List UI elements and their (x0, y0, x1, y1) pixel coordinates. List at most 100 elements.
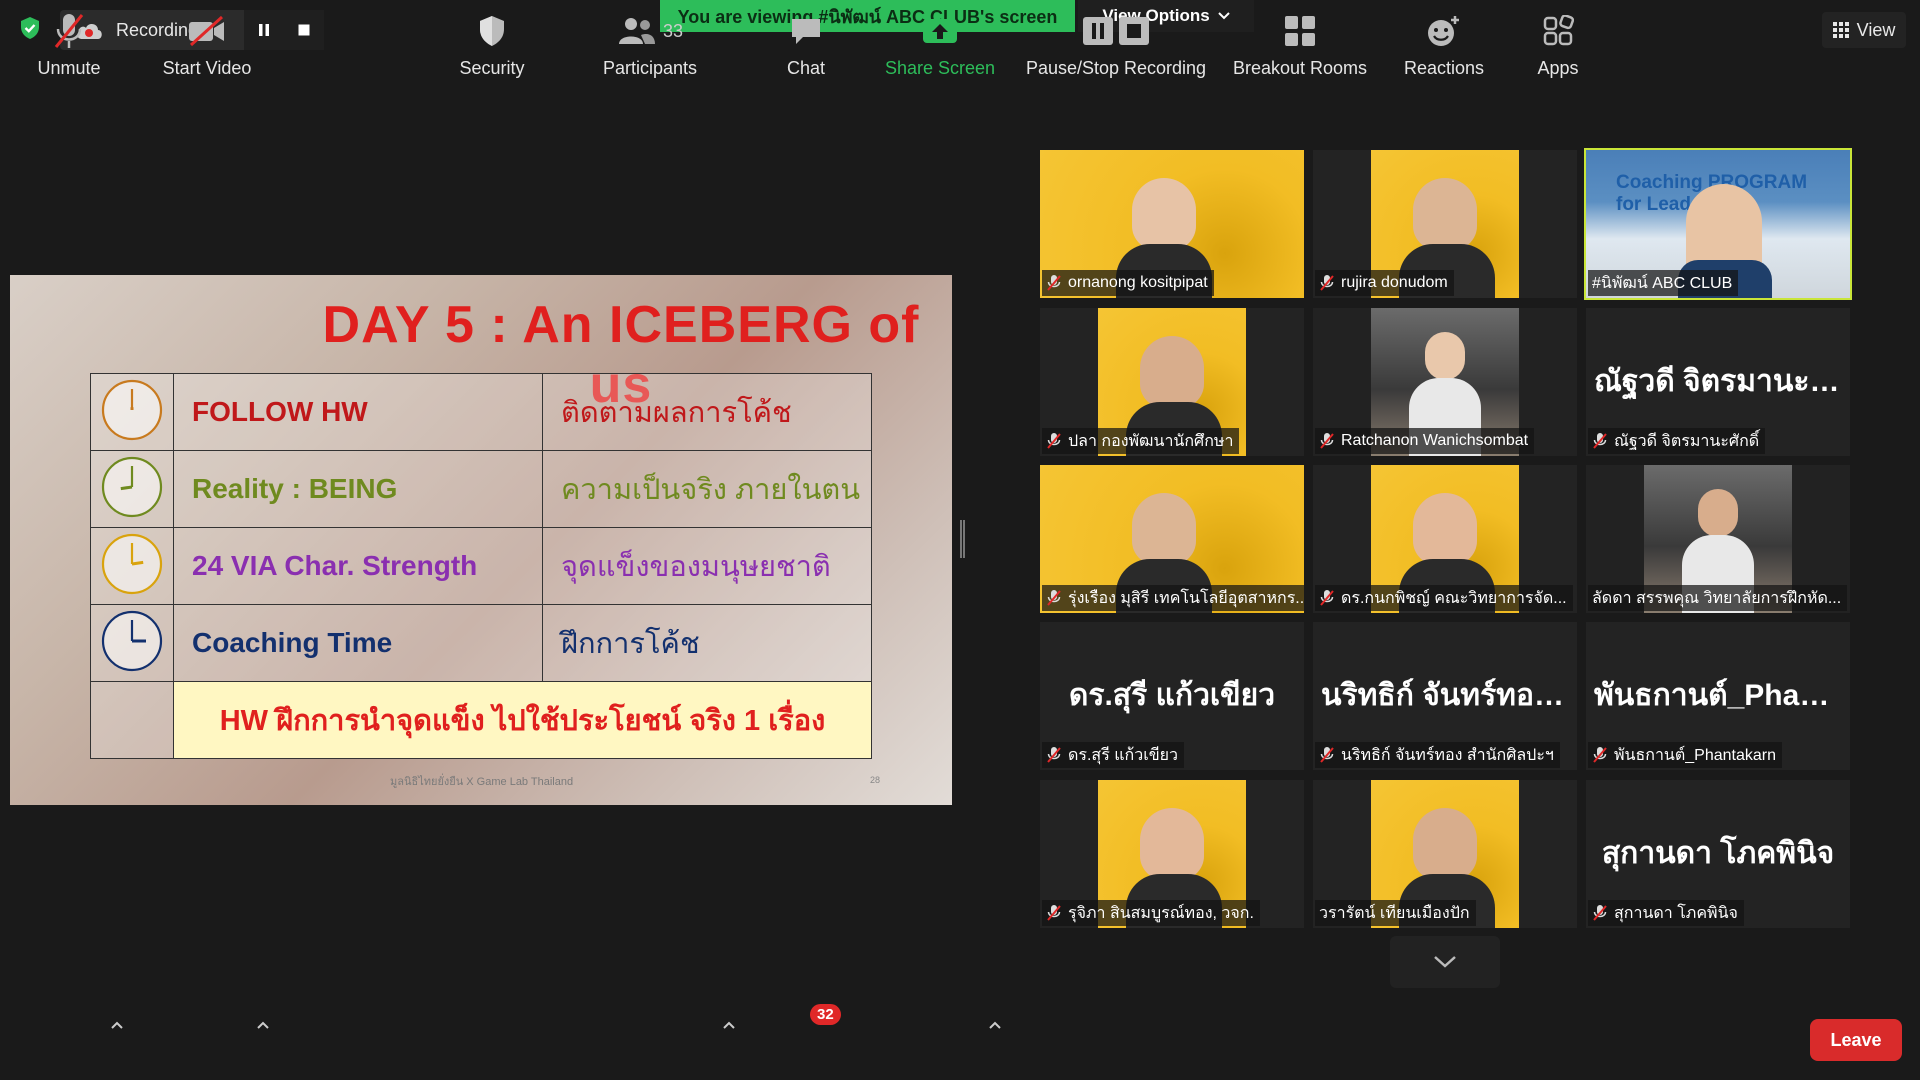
gallery-next-page-button[interactable] (1390, 936, 1500, 988)
agenda-english: Coaching Time (173, 604, 543, 682)
breakout-rooms-button[interactable]: Breakout Rooms (1228, 8, 1372, 88)
participant-tile[interactable]: รุ่งเรือง มุสิรี เทคโนโลยีอุตสาหกร... (1040, 465, 1304, 613)
participant-name-large: ดร.สุรี แก้วเขียว (1068, 679, 1276, 712)
participant-tile[interactable]: Ratchanon Wanichsombat (1313, 308, 1577, 456)
mic-muted-icon (1320, 590, 1334, 606)
participant-name-tag: rujira donudom (1315, 270, 1454, 296)
share-screen-label: Share Screen (884, 58, 996, 78)
stop-recording-button[interactable] (284, 10, 324, 50)
pause-stop-label: Pause/Stop Recording (1025, 58, 1207, 78)
slide-page-number: 28 (870, 775, 881, 785)
participant-name: rujira donudom (1341, 274, 1448, 291)
caret-up-icon[interactable] (256, 1020, 270, 1030)
caret-up-icon[interactable] (722, 1020, 736, 1030)
participant-tile[interactable]: รุจิภา สินสมบูรณ์ทอง, วจก. (1040, 780, 1304, 928)
participant-name: ornanong kositpipat (1068, 274, 1208, 291)
mic-muted-icon (1320, 747, 1334, 763)
participant-name-tag: ดร.กนกพิชญ์ คณะวิทยาการจัด... (1315, 585, 1573, 611)
breakout-grid-icon (1285, 16, 1315, 46)
agenda-english: FOLLOW HW (173, 373, 543, 451)
participant-name-large: สุกานดา โภคพินิจ (1601, 837, 1835, 870)
participant-name: ดร.สุรี แก้วเขียว (1068, 746, 1178, 764)
meeting-toolbar (0, 990, 1920, 1080)
apps-button[interactable]: Apps (1518, 8, 1598, 88)
mic-muted-icon (1047, 275, 1061, 291)
participant-tile[interactable]: ลัดดา สรรพคุณ วิทยาลัยการฝึกหัด... (1586, 465, 1850, 613)
caret-up-icon[interactable] (988, 1020, 1002, 1030)
share-up-icon (923, 19, 957, 43)
participant-name-tag: รุ่งเรือง มุสิรี เทคโนโลยีอุตสาหกร... (1042, 585, 1304, 611)
participant-name-tag: รุจิภา สินสมบูรณ์ทอง, วจก. (1042, 900, 1260, 926)
mic-muted-icon (1320, 275, 1334, 291)
security-button[interactable]: Security (442, 8, 542, 88)
participant-name: ปลา กองพัฒนานักศึกษา (1068, 432, 1234, 450)
participant-name-tag: ornanong kositpipat (1042, 270, 1214, 296)
participant-name-tag: Ratchanon Wanichsombat (1315, 428, 1535, 454)
agenda-english: Reality : BEING (173, 450, 543, 528)
agenda-thai: ความเป็นจริง ภายในตน (542, 450, 872, 528)
chat-unread-badge: 32 (810, 1004, 841, 1025)
participant-name: วรารัตน์ เทียนเมืองปัก (1319, 904, 1470, 922)
unmute-label: Unmute (37, 58, 101, 78)
participant-tile[interactable]: สุกานดา โภคพินิจ สุกานดา โภคพินิจ (1586, 780, 1850, 928)
agenda-icon-cell (90, 527, 174, 605)
participant-tile[interactable]: ณัฐวดี จิตรมานะศั... ณัฐวดี จิตรมานะศักดิ… (1586, 308, 1850, 456)
participant-name: Ratchanon Wanichsombat (1341, 432, 1529, 449)
apps-icon (1543, 15, 1574, 46)
mic-muted-icon (1593, 747, 1607, 763)
clock-icon (101, 533, 163, 594)
agenda-empty-cell (90, 681, 174, 759)
mic-muted-icon (1047, 590, 1061, 606)
participants-count: 33 (662, 20, 684, 41)
participant-tile[interactable]: ปลา กองพัฒนานักศึกษา (1040, 308, 1304, 456)
mic-muted-icon (1047, 747, 1061, 763)
agenda-icon-cell (90, 373, 174, 451)
reactions-button[interactable]: Reactions (1394, 8, 1494, 88)
participant-tile[interactable]: ornanong kositpipat (1040, 150, 1304, 298)
participant-name: รุ่งเรือง มุสิรี เทคโนโลยีอุตสาหกร... (1068, 589, 1304, 607)
participant-name: สุกานดา โภคพินิจ (1614, 904, 1738, 922)
agenda-thai: จุดแข็งของมนุษยชาติ (542, 527, 872, 605)
grid-icon (1832, 22, 1849, 38)
clock-icon (101, 379, 163, 440)
agenda-icon-cell (90, 604, 174, 682)
breakout-rooms-label: Breakout Rooms (1232, 58, 1368, 78)
shield-icon (480, 16, 504, 46)
agenda-row: 24 VIA Char. Strength จุดแข็งของมนุษยชาติ (90, 527, 872, 605)
caret-up-icon[interactable] (110, 1020, 124, 1030)
agenda-row: FOLLOW HW ติดตามผลการโค้ช (90, 373, 872, 451)
participant-tile[interactable]: วรารัตน์ เทียนเมืองปัก (1313, 780, 1577, 928)
pause-stop-icon (1083, 17, 1149, 45)
view-button[interactable]: View (1822, 12, 1906, 48)
participant-tile[interactable]: นริทธิก์ จันทร์ทอง... นริทธิก์ จันทร์ทอง … (1313, 622, 1577, 770)
smiley-plus-icon (1428, 16, 1459, 46)
chat-icon (792, 19, 820, 44)
participants-label: Participants (602, 58, 698, 78)
people-icon (618, 18, 655, 44)
clock-icon (101, 456, 163, 517)
start-video-button[interactable]: Start Video (152, 8, 262, 88)
pause-stop-recording-button[interactable]: Pause/Stop Recording (1024, 8, 1208, 88)
participant-tile[interactable]: ดร.สุรี แก้วเขียว ดร.สุรี แก้วเขียว (1040, 622, 1304, 770)
chat-button[interactable]: Chat (766, 8, 846, 88)
participant-name-tag: พันธกานต์_Phantakarn (1588, 742, 1782, 768)
reactions-label: Reactions (1403, 58, 1485, 78)
agenda-thai: ฝึกการโค้ช (542, 604, 872, 682)
participant-tile[interactable]: rujira donudom (1313, 150, 1577, 298)
participants-button[interactable]: 33 Participants (590, 8, 710, 88)
share-screen-button[interactable]: Share Screen (880, 8, 1000, 88)
participant-tile[interactable]: Coaching PROGRAM for Leader #นิพัฒน์ ABC … (1584, 148, 1852, 300)
participant-tile[interactable]: ดร.กนกพิชญ์ คณะวิทยาการจัด... (1313, 465, 1577, 613)
agenda-table: FOLLOW HW ติดตามผลการโค้ช Reality : BEING ค… (90, 373, 872, 759)
shared-screen: DAY 5 : An ICEBERG of us FOLLOW HW ติดตาม… (10, 275, 952, 805)
participant-name-tag: #นิพัฒน์ ABC CLUB (1588, 270, 1739, 296)
participant-name: รุจิภา สินสมบูรณ์ทอง, วจก. (1068, 904, 1254, 922)
homework-text: HW ฝึกการนำจุดแข็ง ไปใช้ประโยชน์ จริง 1 … (173, 681, 872, 759)
video-off-icon (189, 15, 224, 47)
participant-name-tag: ลัดดา สรรพคุณ วิทยาลัยการฝึกหัด... (1588, 585, 1848, 611)
participant-tile[interactable]: พันธกานต์_Phant... พันธกานต์_Phantakarn (1586, 622, 1850, 770)
agenda-thai: ติดตามผลการโค้ช (542, 373, 872, 451)
leave-button[interactable]: Leave (1810, 1019, 1902, 1061)
split-divider-handle[interactable] (960, 520, 965, 558)
unmute-button[interactable]: Unmute (24, 8, 114, 88)
